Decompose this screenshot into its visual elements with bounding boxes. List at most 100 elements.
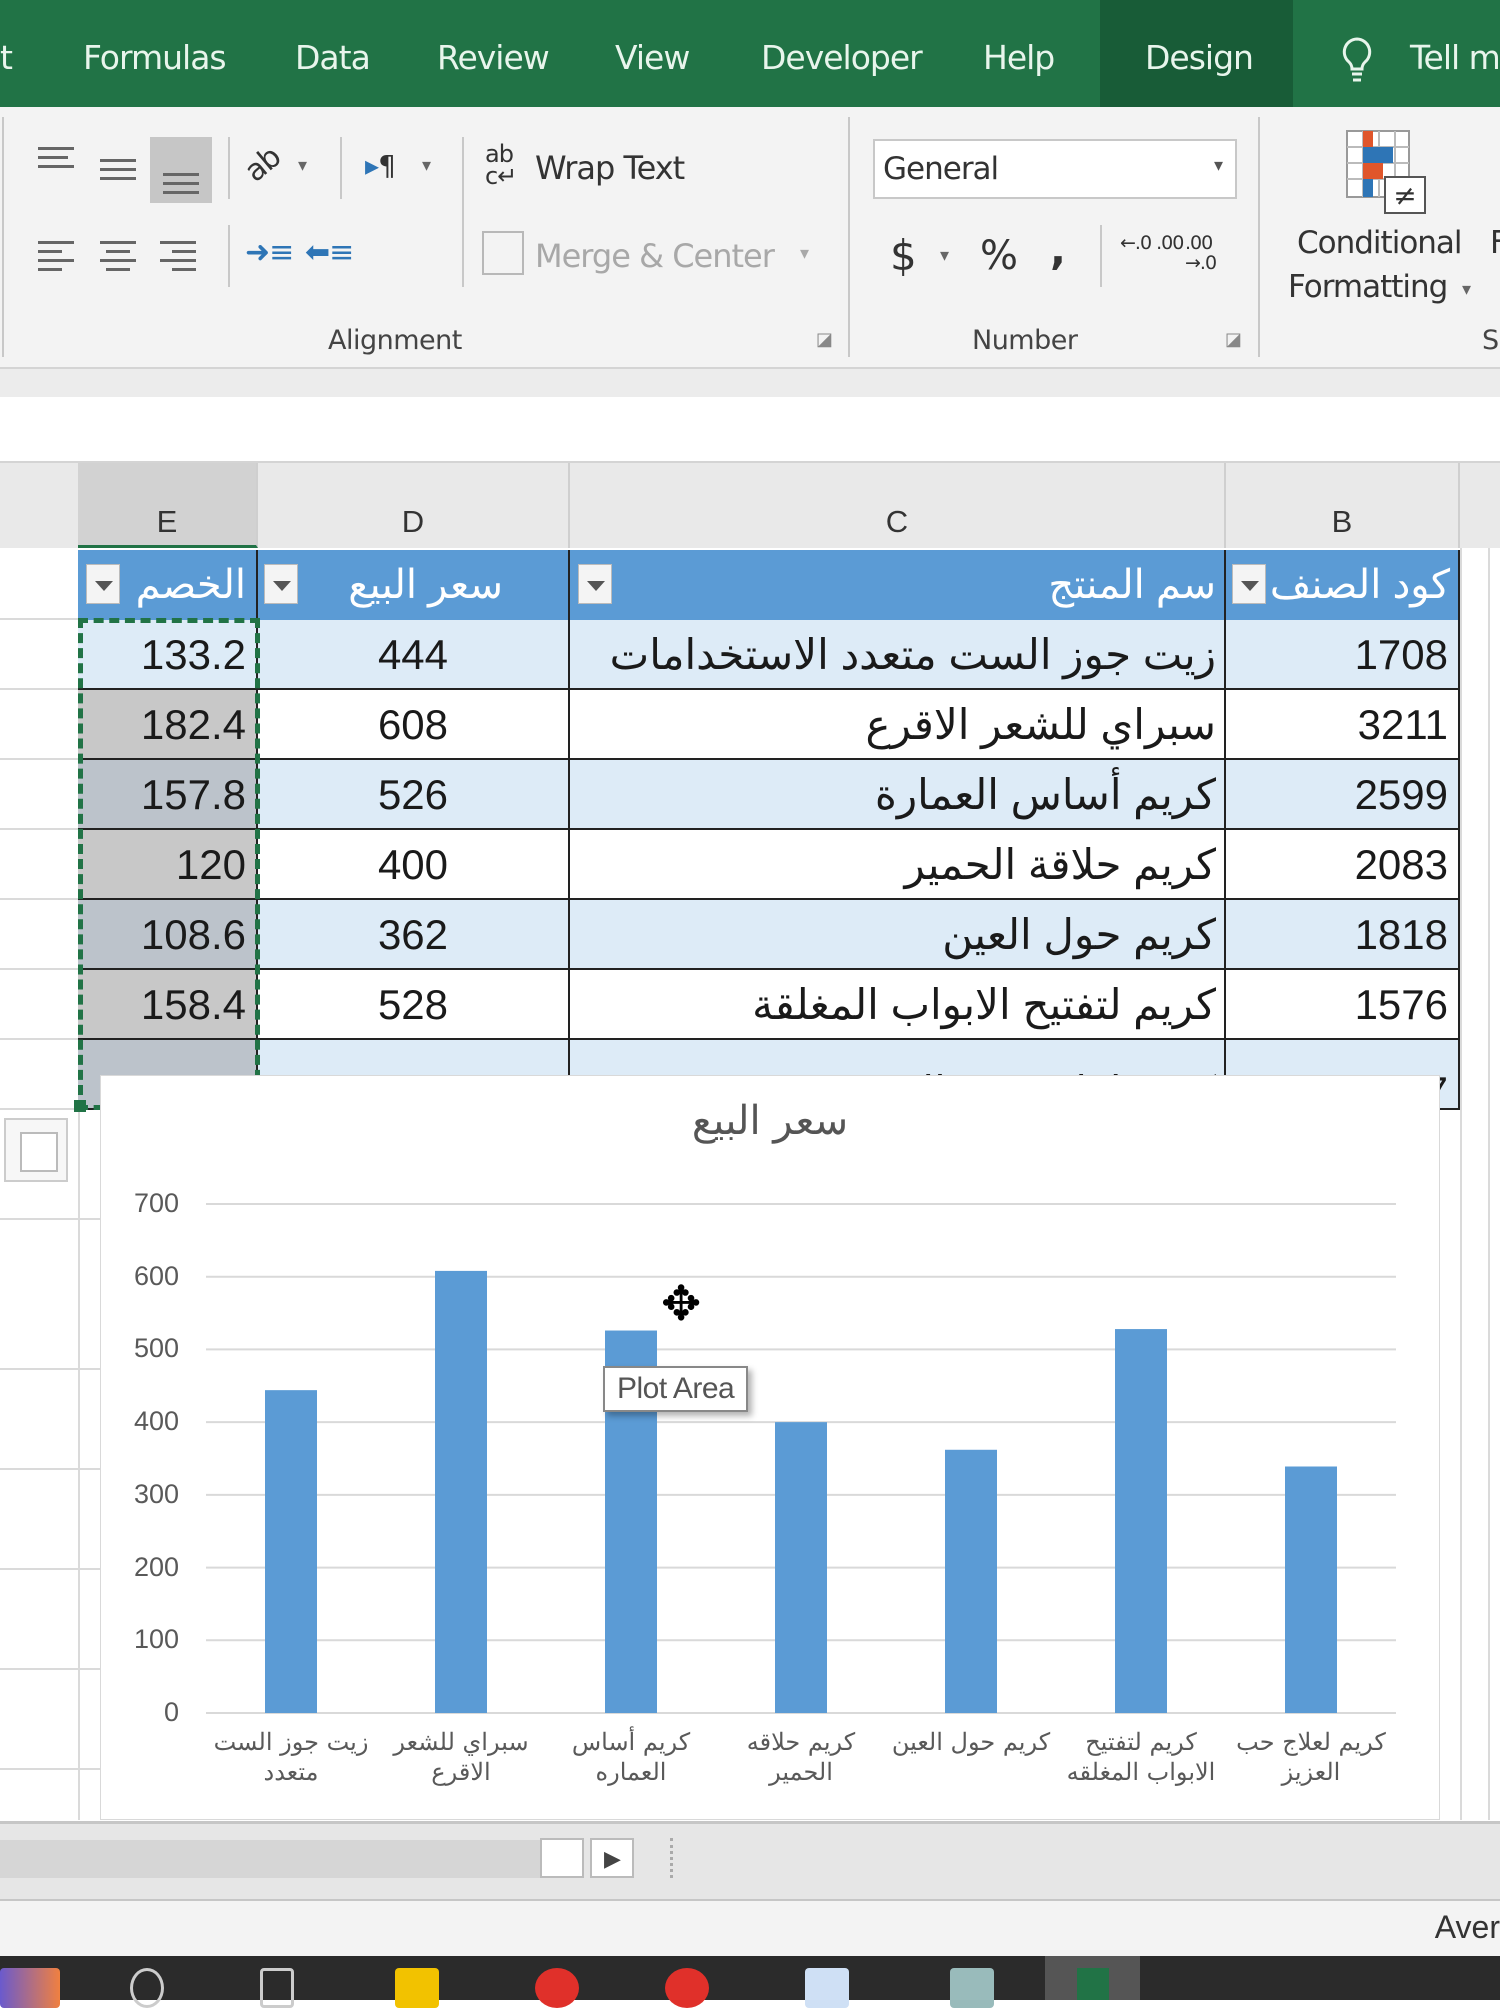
- top-align-icon[interactable]: [38, 147, 74, 174]
- filter-dropdown-button[interactable]: [1232, 564, 1266, 604]
- filter-dropdown-button[interactable]: [264, 564, 298, 604]
- percent-style-button[interactable]: %: [980, 233, 1018, 279]
- split-handle[interactable]: [670, 1838, 673, 1878]
- cell-code[interactable]: 2083: [1226, 830, 1460, 900]
- column-header-e[interactable]: E: [78, 463, 258, 548]
- merge-center-dropdown-arrow[interactable]: ▾: [800, 243, 809, 264]
- cell-discount[interactable]: 157.8: [78, 760, 258, 830]
- column-header-b[interactable]: B: [1226, 463, 1460, 548]
- cell-discount[interactable]: 133.2: [78, 620, 258, 690]
- chrome-icon[interactable]: [535, 1968, 579, 2008]
- tab-view[interactable]: View: [615, 40, 690, 76]
- tab-review[interactable]: Review: [437, 40, 550, 76]
- filter-dropdown-button[interactable]: [578, 564, 612, 604]
- chrome-icon[interactable]: [665, 1968, 709, 2008]
- tab-insert-cut[interactable]: t: [0, 40, 13, 76]
- plot-area[interactable]: [101, 1076, 1441, 1821]
- decrease-decimal-button[interactable]: .00 →.0: [1185, 233, 1231, 273]
- conditional-formatting-label-1[interactable]: Conditional: [1297, 225, 1463, 261]
- cell-discount[interactable]: 108.6: [78, 900, 258, 970]
- cell-code[interactable]: 1576: [1226, 970, 1460, 1040]
- conditional-formatting-icon[interactable]: ≠: [1345, 129, 1431, 217]
- quick-analysis-button[interactable]: [4, 1118, 68, 1182]
- number-format-dropdown[interactable]: General ▾: [873, 139, 1237, 199]
- increase-decimal-button[interactable]: ←.0 .00: [1120, 233, 1184, 253]
- table-header-discount: الخصم: [78, 550, 258, 620]
- cell-name[interactable]: زيت جوز الست متعدد الاستخدامات: [570, 620, 1226, 690]
- comma-style-button[interactable]: ,: [1050, 225, 1066, 274]
- align-right-icon[interactable]: [160, 241, 196, 277]
- file-explorer-icon[interactable]: [395, 1968, 439, 2008]
- cell-name[interactable]: كريم لتفتيح الابواب المغلقة: [570, 970, 1226, 1040]
- tab-data[interactable]: Data: [295, 40, 371, 76]
- horizontal-scrollbar[interactable]: [0, 1840, 540, 1878]
- tell-me-search[interactable]: Tell m: [1410, 40, 1500, 76]
- search-icon[interactable]: [130, 1968, 164, 2008]
- cell-discount[interactable]: 182.4: [78, 690, 258, 760]
- cell-price[interactable]: 528: [258, 970, 570, 1040]
- window-icon[interactable]: [805, 1968, 849, 2008]
- divider: [1100, 225, 1102, 287]
- bar[interactable]: [775, 1422, 827, 1713]
- currency-format-button[interactable]: $: [890, 231, 917, 280]
- tab-developer[interactable]: Developer: [761, 40, 923, 76]
- cell-code[interactable]: 1818: [1226, 900, 1460, 970]
- align-center-icon[interactable]: [100, 241, 136, 277]
- currency-dropdown-arrow[interactable]: ▾: [940, 245, 949, 266]
- cell-code[interactable]: 2599: [1226, 760, 1460, 830]
- conditional-formatting-label-2[interactable]: Formatting: [1288, 269, 1448, 305]
- column-header-d[interactable]: D: [258, 463, 570, 548]
- orientation-icon[interactable]: ab: [238, 140, 288, 190]
- wrap-text-button[interactable]: Wrap Text: [535, 149, 685, 187]
- cell-name[interactable]: كريم حلاقة الحمير: [570, 830, 1226, 900]
- bar[interactable]: [435, 1270, 487, 1713]
- bar[interactable]: [945, 1449, 997, 1713]
- tab-help[interactable]: Help: [983, 40, 1055, 76]
- wrap-text-icon: ab c↵: [485, 140, 517, 190]
- cell-discount[interactable]: 120: [78, 830, 258, 900]
- cell-price[interactable]: 444: [258, 620, 570, 690]
- bar[interactable]: [1285, 1466, 1337, 1713]
- merge-center-button[interactable]: Merge & Center: [535, 237, 775, 275]
- cell-code[interactable]: 3211: [1226, 690, 1460, 760]
- alignment-dialog-launcher[interactable]: ◪: [816, 329, 833, 350]
- conditional-formatting-dropdown-arrow[interactable]: ▾: [1462, 279, 1471, 300]
- app-icon[interactable]: [950, 1968, 994, 2008]
- cell-name[interactable]: سبراي للشعر الاقرع: [570, 690, 1226, 760]
- bar[interactable]: [1115, 1329, 1167, 1713]
- cell-discount[interactable]: 158.4: [78, 970, 258, 1040]
- tab-formulas[interactable]: Formulas: [83, 40, 227, 76]
- fill-handle[interactable]: [74, 1100, 86, 1112]
- lightbulb-icon: [1340, 36, 1374, 86]
- bottom-align-button-active[interactable]: [150, 137, 212, 203]
- cell-name[interactable]: كريم حول العين: [570, 900, 1226, 970]
- cell-price[interactable]: 526: [258, 760, 570, 830]
- scroll-thumb[interactable]: [540, 1838, 584, 1878]
- cell-price[interactable]: 362: [258, 900, 570, 970]
- number-dialog-launcher[interactable]: ◪: [1225, 329, 1242, 350]
- increase-indent-icon[interactable]: ⬅≡: [305, 235, 354, 270]
- column-header-bar: E D C B: [0, 463, 1500, 548]
- middle-align-icon[interactable]: [100, 159, 136, 186]
- app-icon[interactable]: [0, 1968, 60, 2008]
- scroll-right-button[interactable]: ▶: [590, 1838, 634, 1878]
- task-view-icon[interactable]: [260, 1968, 294, 2008]
- align-left-icon[interactable]: [38, 241, 74, 277]
- decrease-indent-icon[interactable]: ➜≡: [245, 235, 294, 270]
- cell-code[interactable]: 1708: [1226, 620, 1460, 690]
- cell-price[interactable]: 400: [258, 830, 570, 900]
- bar[interactable]: [265, 1390, 317, 1713]
- tab-design-active[interactable]: Design: [1100, 0, 1293, 107]
- gridline: [0, 1368, 100, 1370]
- column-header-c[interactable]: C: [570, 463, 1226, 548]
- orientation-dropdown-arrow[interactable]: ▾: [298, 155, 307, 176]
- formula-bar[interactable]: [0, 397, 1500, 463]
- text-direction-icon[interactable]: ▸¶: [365, 149, 396, 182]
- format-as-table-label-cut[interactable]: F: [1490, 225, 1500, 261]
- cell-name[interactable]: كريم أساس العمارة: [570, 760, 1226, 830]
- cell-price[interactable]: 608: [258, 690, 570, 760]
- excel-taskbar-button-active[interactable]: [1045, 1956, 1140, 2000]
- chart[interactable]: سعر البيع 0 100 200 300 400 500 600 700 زيت جوز…: [100, 1075, 1440, 1820]
- filter-dropdown-button[interactable]: [86, 564, 120, 604]
- text-direction-dropdown-arrow[interactable]: ▾: [422, 155, 431, 176]
